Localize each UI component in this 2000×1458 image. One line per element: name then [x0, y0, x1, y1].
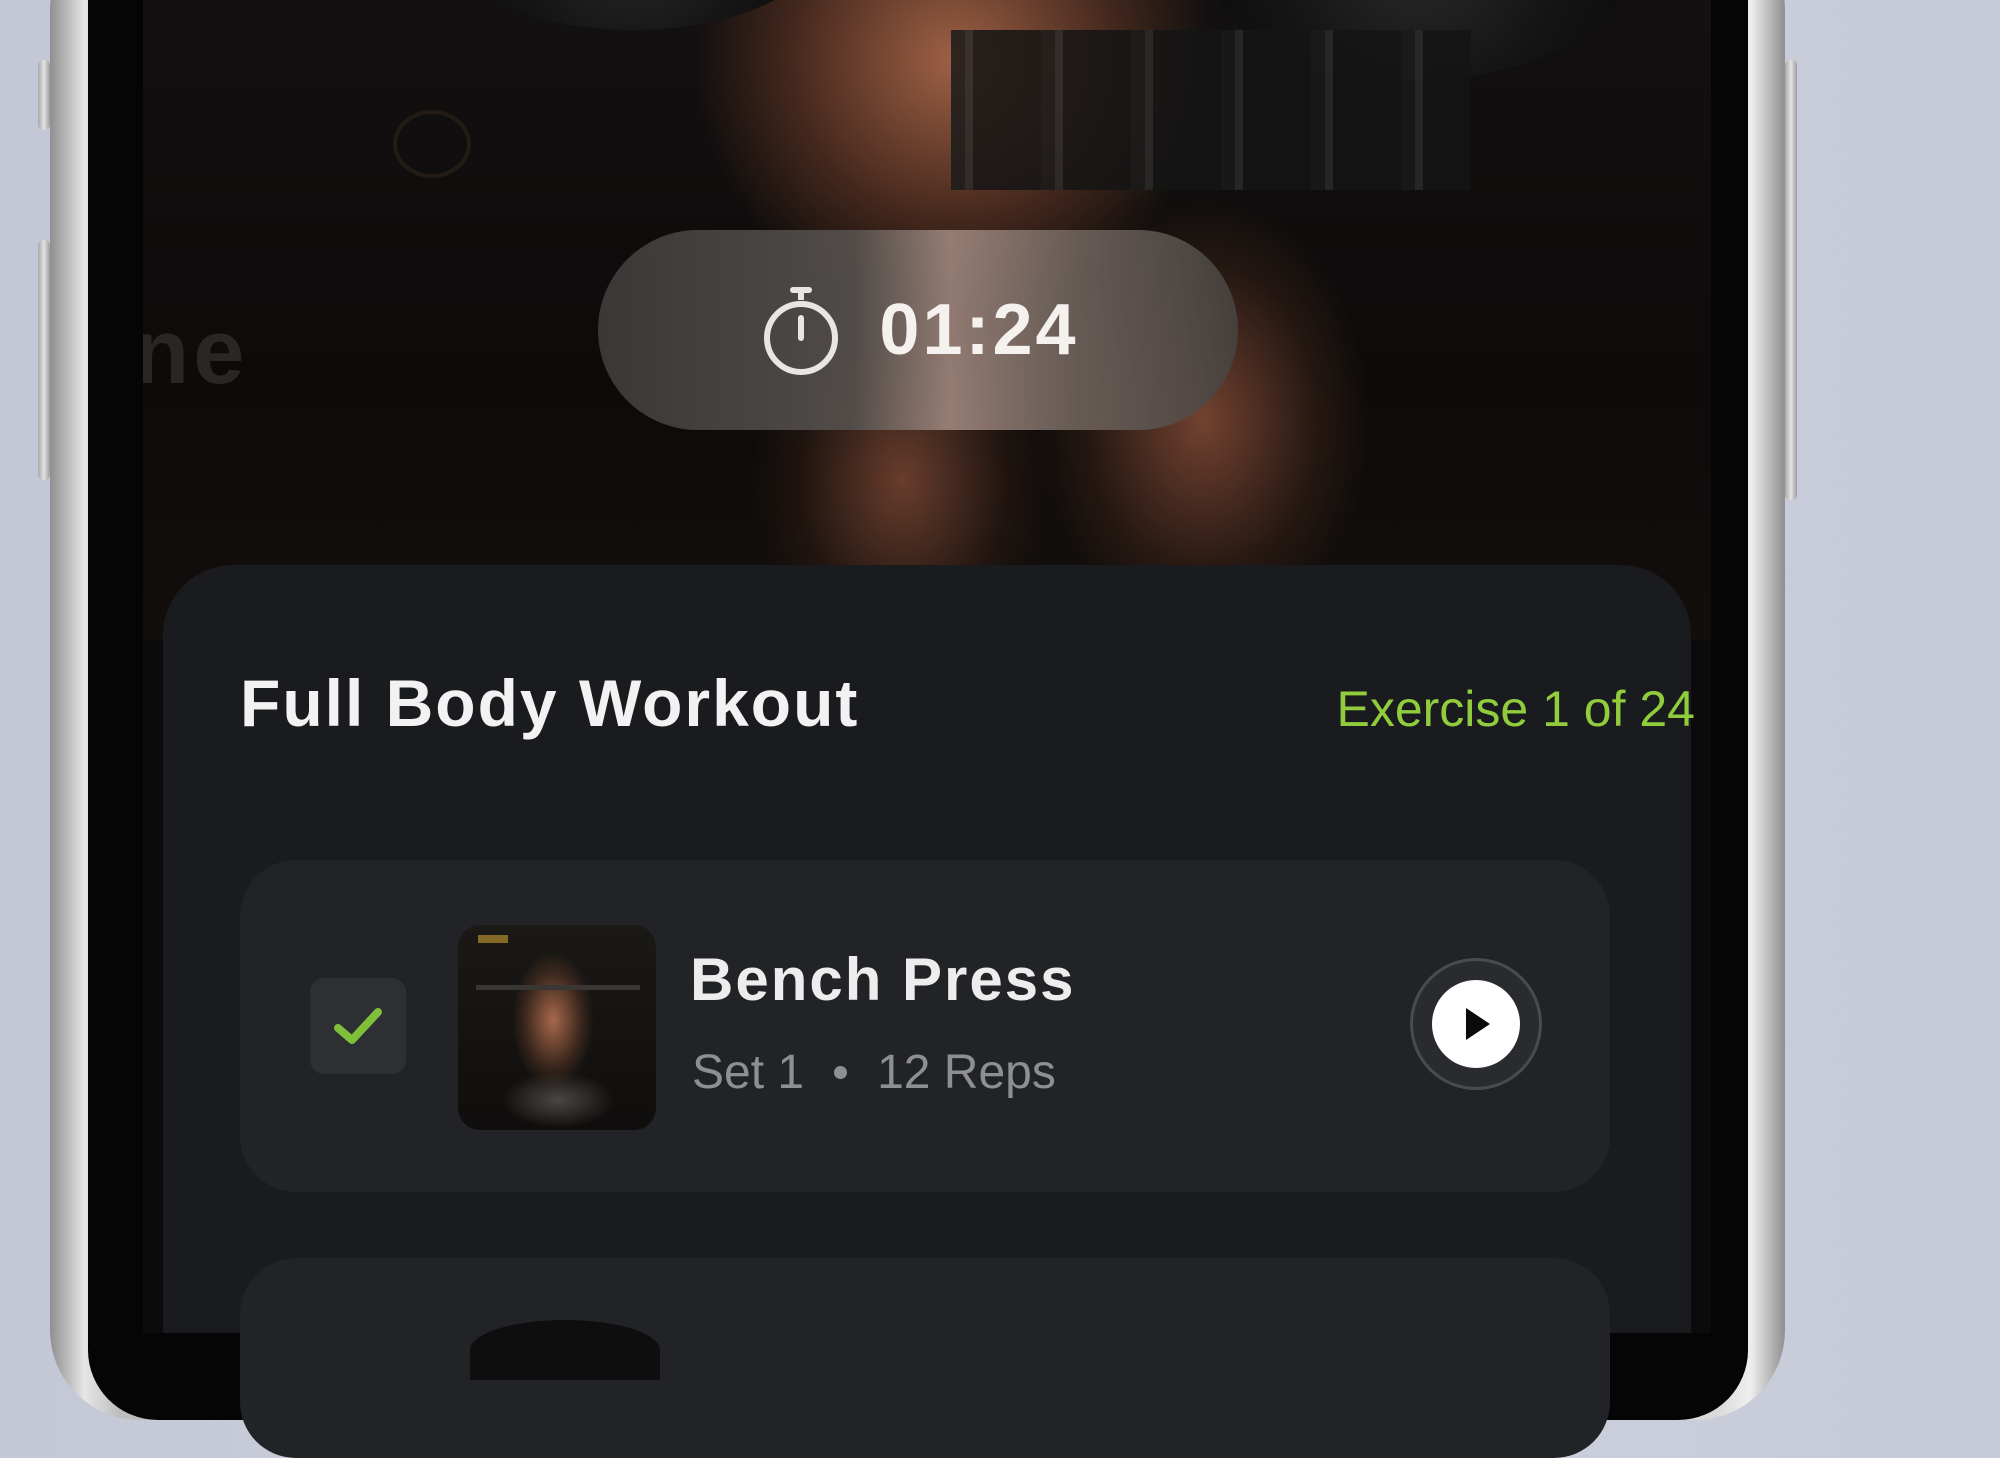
side-button-volume — [38, 240, 50, 480]
checkmark-icon — [334, 1008, 382, 1044]
timer-value: 01:24 — [879, 290, 1079, 370]
exercise-card[interactable] — [240, 860, 1610, 1192]
barbell-plate-left — [443, 0, 823, 30]
exercise-card-next[interactable] — [240, 1258, 1610, 1458]
exercise-thumbnail-next — [470, 1320, 660, 1380]
play-exercise-button[interactable] — [1410, 958, 1542, 1090]
side-button-power — [1785, 60, 1797, 500]
side-button-top — [38, 60, 50, 130]
workout-title: Full Body Workout — [240, 666, 860, 740]
exercise-complete-checkbox[interactable] — [310, 978, 406, 1074]
exercise-progress-label: Exercise 1 of 24 — [1336, 681, 1695, 737]
thumbnail-accent — [478, 935, 508, 943]
exercise-name: Bench Press — [690, 946, 1076, 1013]
thumbnail-barbell — [476, 985, 640, 990]
dumbbell-rack — [951, 30, 1471, 190]
play-button-circle — [1432, 980, 1520, 1068]
hero-background-text: ne — [143, 301, 249, 403]
gym-ring — [393, 110, 471, 178]
play-icon — [1466, 1008, 1490, 1040]
exercise-meta: Set 1 12 Reps — [692, 1045, 1056, 1100]
exercise-set-label: Set 1 — [692, 1046, 805, 1099]
exercise-reps-label: 12 Reps — [877, 1046, 1056, 1099]
timer-pill[interactable]: 01:24 — [598, 230, 1238, 430]
meta-separator-dot — [834, 1066, 848, 1079]
stopwatch-icon — [764, 287, 839, 375]
exercise-thumbnail — [458, 925, 656, 1130]
